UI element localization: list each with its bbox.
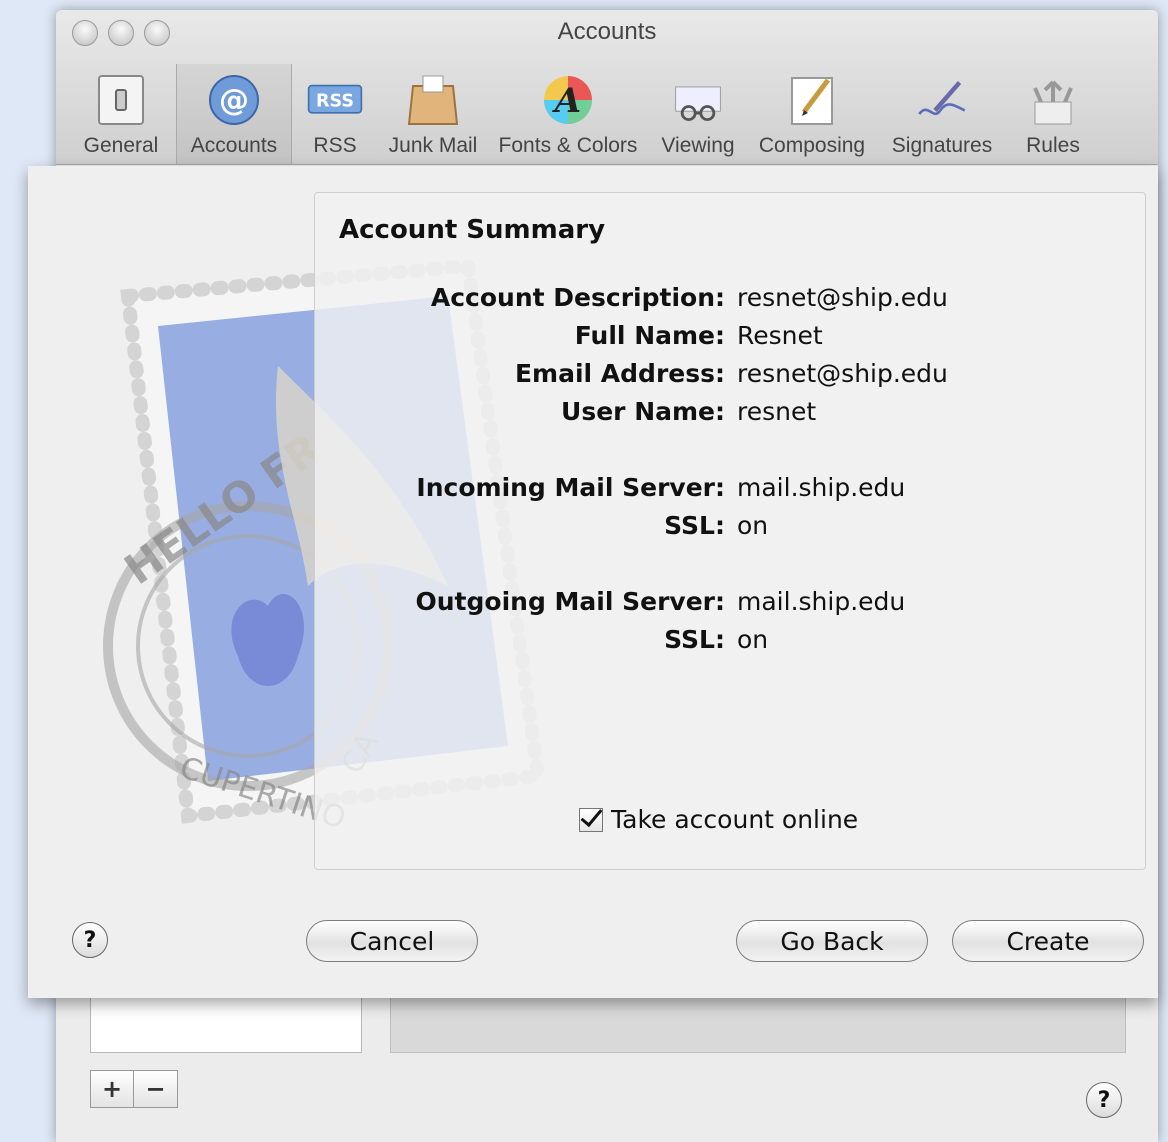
summary-row: Outgoing Mail Server: mail.ship.edu: [315, 587, 1145, 625]
row-value: on: [737, 511, 769, 540]
row-value: on: [737, 625, 769, 654]
tab-composing[interactable]: Composing: [748, 64, 876, 164]
sheet-help-button[interactable]: ?: [72, 922, 108, 958]
row-label: Full Name:: [574, 321, 725, 350]
title-bar: Accounts General @ Accounts RSS RSS Junk…: [56, 10, 1158, 165]
rss-badge-text: RSS: [316, 91, 354, 111]
svg-text:A: A: [552, 81, 581, 121]
create-button[interactable]: Create: [952, 920, 1144, 962]
svg-text:@: @: [219, 83, 249, 118]
tab-composing-label: Composing: [758, 134, 866, 157]
help-button[interactable]: ?: [1086, 1082, 1122, 1118]
tab-signatures-label: Signatures: [891, 134, 993, 157]
row-value: mail.ship.edu: [737, 587, 906, 616]
row-label: Outgoing Mail Server:: [415, 587, 726, 616]
preferences-toolbar: General @ Accounts RSS RSS Junk Mail A F…: [66, 64, 1150, 164]
tab-general-label: General: [83, 134, 159, 157]
tab-fonts-colors[interactable]: A Fonts & Colors: [488, 64, 648, 164]
tab-viewing-label: Viewing: [661, 134, 735, 157]
add-account-button[interactable]: +: [90, 1070, 134, 1108]
summary-row: SSL: on: [315, 625, 1145, 663]
tab-fonts-colors-label: Fonts & Colors: [498, 134, 638, 157]
tab-rules[interactable]: Rules: [1008, 64, 1098, 164]
tab-rss-label: RSS: [313, 134, 357, 157]
signature-icon: [914, 72, 970, 128]
take-account-online-label: Take account online: [611, 805, 859, 834]
account-details-panel: [390, 995, 1126, 1053]
tab-accounts[interactable]: @ Accounts: [176, 64, 292, 164]
take-account-online-checkbox[interactable]: [579, 807, 603, 832]
summary-row: Email Address: resnet@ship.edu: [315, 359, 1145, 397]
remove-account-button[interactable]: −: [134, 1070, 178, 1108]
row-label: Incoming Mail Server:: [416, 473, 725, 502]
row-label: Email Address:: [514, 359, 725, 388]
tab-junk-mail[interactable]: Junk Mail: [378, 64, 488, 164]
summary-panel: Account Summary Account Description: res…: [314, 192, 1146, 870]
cancel-button[interactable]: Cancel: [306, 920, 478, 962]
composing-icon: [784, 72, 840, 128]
tab-general[interactable]: General: [66, 64, 176, 164]
take-account-online-option[interactable]: Take account online: [579, 805, 858, 834]
rules-icon: [1025, 72, 1081, 128]
row-label: Account Description:: [430, 283, 725, 312]
tab-rss[interactable]: RSS RSS: [292, 64, 378, 164]
row-value: resnet@ship.edu: [737, 359, 948, 388]
accounts-list[interactable]: [90, 995, 362, 1053]
summary-title: Account Summary: [339, 215, 606, 245]
row-value: mail.ship.edu: [737, 473, 906, 502]
row-value: resnet@ship.edu: [737, 283, 948, 312]
row-value: Resnet: [737, 321, 823, 350]
window-title: Accounts: [557, 18, 657, 45]
summary-row: SSL: on: [315, 511, 1145, 549]
summary-row: Incoming Mail Server: mail.ship.edu: [315, 473, 1145, 511]
tab-viewing[interactable]: Viewing: [648, 64, 748, 164]
tab-rules-label: Rules: [1026, 134, 1080, 157]
row-value: resnet: [737, 397, 817, 426]
go-back-button[interactable]: Go Back: [736, 920, 928, 962]
summary-row: Full Name: Resnet: [315, 321, 1145, 359]
junk-mail-icon: [405, 72, 461, 128]
viewing-icon: [670, 72, 726, 128]
fonts-colors-icon: A: [540, 72, 596, 128]
row-label: SSL:: [664, 511, 725, 540]
row-label: SSL:: [664, 625, 725, 654]
switch-icon: [93, 72, 149, 128]
summary-row: User Name: resnet: [315, 397, 1145, 435]
tab-junk-mail-label: Junk Mail: [388, 134, 478, 157]
summary-row: Account Description: resnet@ship.edu: [315, 283, 1145, 321]
tab-signatures[interactable]: Signatures: [876, 64, 1008, 164]
add-remove-controls: + −: [90, 1070, 178, 1108]
row-label: User Name:: [561, 397, 725, 426]
tab-accounts-label: Accounts: [190, 134, 278, 157]
at-icon: @: [206, 72, 262, 128]
account-summary-sheet: HELLO FR CUPERTINO CA Account Summary Ac…: [28, 166, 1158, 998]
rss-icon: RSS: [307, 72, 363, 128]
